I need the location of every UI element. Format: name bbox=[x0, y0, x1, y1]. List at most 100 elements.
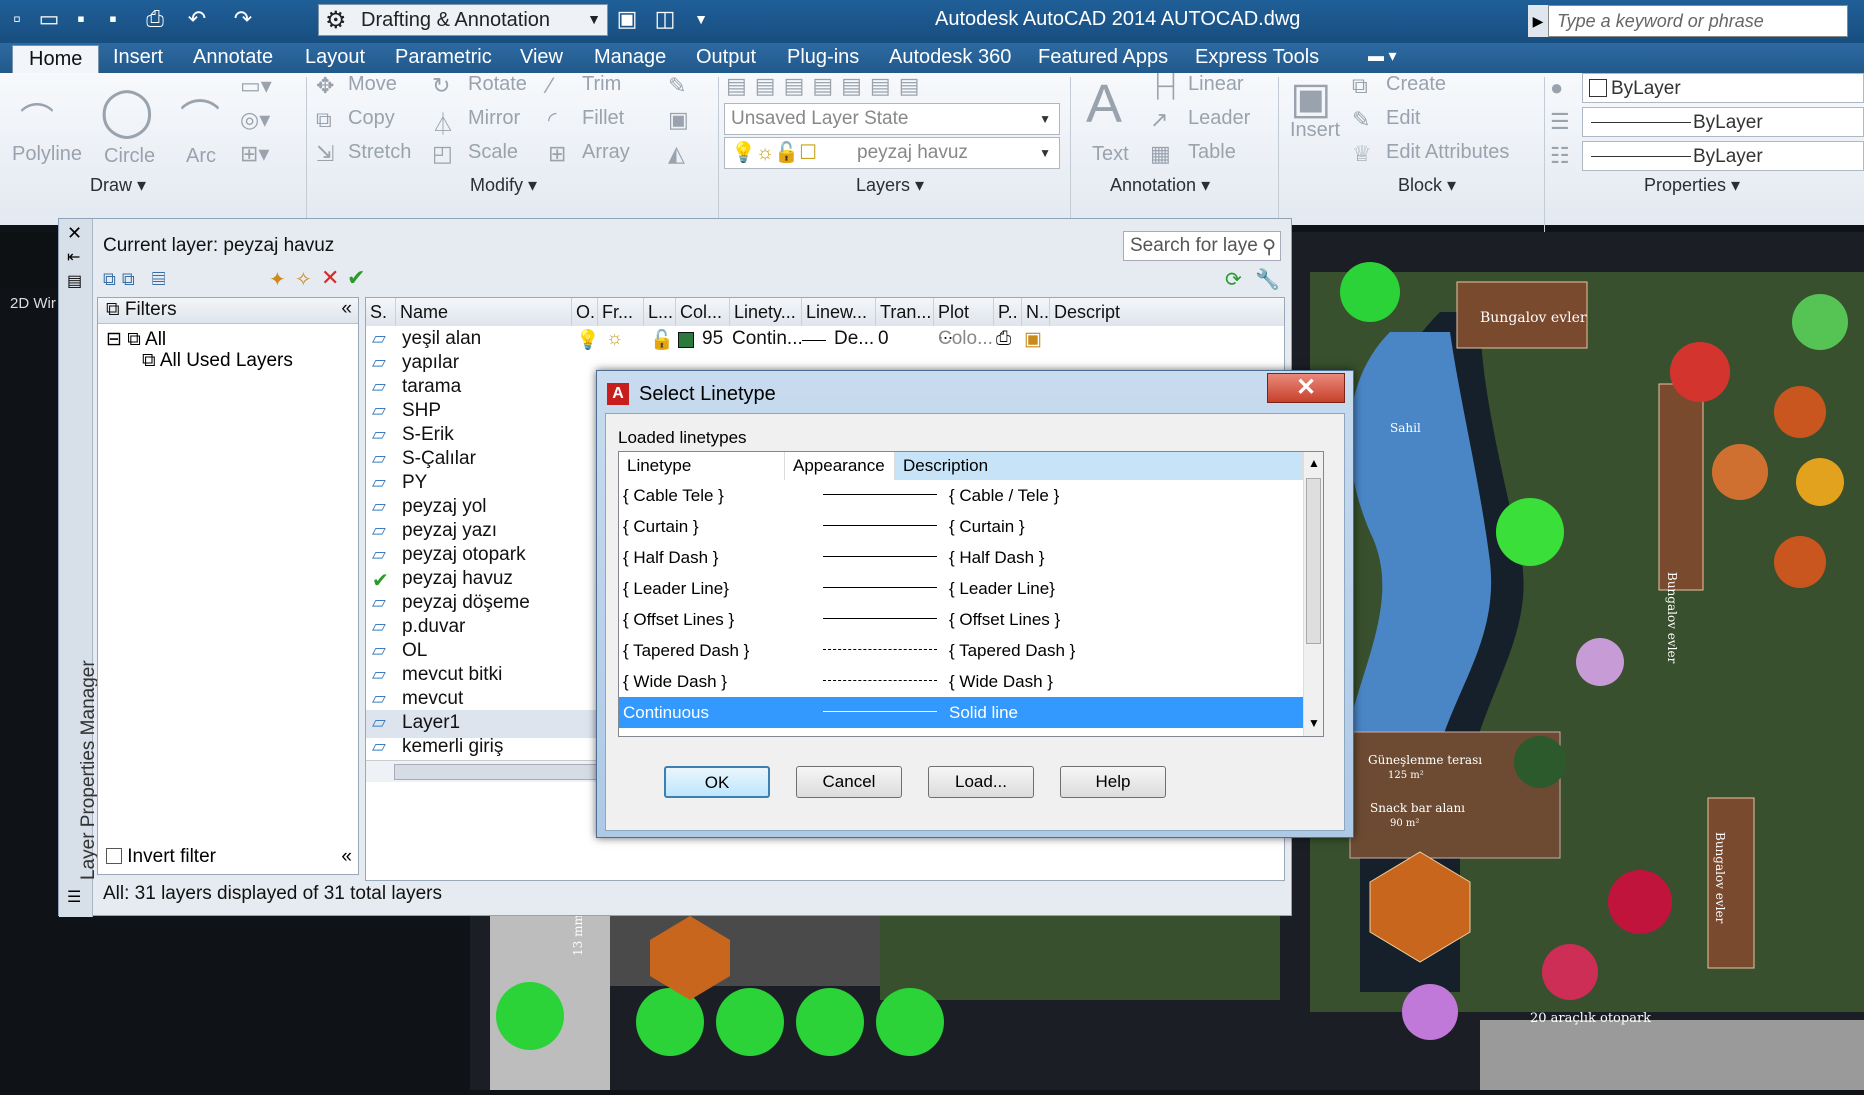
linetype-row[interactable]: { Wide Dash } { Wide Dash } bbox=[619, 666, 1303, 697]
transparency-value[interactable]: 0 bbox=[878, 328, 889, 350]
unlock-icon[interactable]: 🔓 bbox=[650, 328, 674, 352]
help-button[interactable]: Help bbox=[1060, 766, 1166, 798]
save-as-icon[interactable]: ▪ bbox=[100, 6, 126, 32]
print-icon[interactable]: ⎙ bbox=[142, 6, 168, 32]
leader-button[interactable]: Leader bbox=[1188, 107, 1250, 130]
refresh-icon[interactable]: ⟳ bbox=[1225, 267, 1242, 292]
circle-button[interactable]: Circle bbox=[104, 145, 155, 168]
scroll-down-icon[interactable]: ▼ bbox=[1308, 716, 1320, 730]
undo-icon[interactable]: ↶ bbox=[184, 6, 210, 32]
tab-parametric[interactable]: Parametric bbox=[395, 46, 492, 69]
layer-tools-icon[interactable]: ▤▤▤▤▤▤▤ bbox=[726, 73, 928, 99]
invert-filter-checkbox[interactable]: Invert filter bbox=[106, 846, 216, 868]
lineweight-select[interactable]: ByLayer bbox=[1582, 141, 1864, 171]
delete-layer-icon[interactable]: ✕ bbox=[321, 265, 339, 291]
column-on[interactable]: O. bbox=[572, 298, 598, 326]
scroll-up-icon[interactable]: ▲ bbox=[1308, 456, 1320, 470]
copy-button[interactable]: Copy bbox=[348, 107, 395, 130]
set-current-icon[interactable]: ✔ bbox=[347, 265, 365, 291]
printer-icon[interactable]: ⎙ bbox=[996, 328, 1011, 350]
fillet-button[interactable]: Fillet bbox=[582, 107, 624, 130]
viewport-label[interactable]: 2D Wir bbox=[10, 295, 56, 312]
tab-express-tools[interactable]: Express Tools bbox=[1195, 46, 1319, 69]
plot-icon[interactable]: ◫ bbox=[652, 6, 678, 32]
save-icon[interactable]: ▪ bbox=[68, 6, 94, 32]
array-button[interactable]: Array bbox=[582, 141, 630, 164]
region-icon[interactable]: ⊞▾ bbox=[240, 141, 269, 167]
lightbulb-icon[interactable]: 💡 bbox=[576, 328, 600, 352]
customize-qat-icon[interactable]: ▼ bbox=[688, 6, 714, 32]
workspace-selector[interactable]: ⚙ Drafting & Annotation ▼ bbox=[318, 4, 608, 36]
create-block-button[interactable]: Create bbox=[1386, 73, 1446, 96]
tab-view[interactable]: View bbox=[520, 46, 563, 69]
vertical-scrollbar[interactable]: ▲ ▼ bbox=[1303, 452, 1323, 736]
properties-icon[interactable]: ▤ bbox=[67, 271, 82, 291]
circle-icon[interactable]: ◯ bbox=[100, 83, 154, 139]
scale-button[interactable]: Scale bbox=[468, 141, 518, 164]
column-linetype[interactable]: Linety... bbox=[730, 298, 802, 326]
column-color[interactable]: Col... bbox=[676, 298, 730, 326]
filter-used-node[interactable]: ⧉ All Used Layers bbox=[142, 350, 293, 372]
redo-icon[interactable]: ↷ bbox=[230, 6, 256, 32]
properties-panel-title[interactable]: Properties ▾ bbox=[1644, 175, 1740, 197]
tab-output[interactable]: Output bbox=[696, 46, 756, 69]
draw-panel-title[interactable]: Draw ▾ bbox=[90, 175, 146, 197]
column-plot[interactable]: P.. bbox=[994, 298, 1022, 326]
cancel-button[interactable]: Cancel bbox=[796, 766, 902, 798]
stretch-button[interactable]: Stretch bbox=[348, 141, 411, 164]
settings-icon[interactable]: 🔧 bbox=[1255, 267, 1280, 292]
new-icon[interactable]: ▫ bbox=[4, 6, 30, 32]
edit-attributes-button[interactable]: Edit Attributes bbox=[1386, 141, 1509, 164]
search-toggle-icon[interactable]: ▶ bbox=[1528, 5, 1548, 37]
layer-search-input[interactable]: Search for laye ⚲ bbox=[1123, 231, 1281, 261]
polyline-button[interactable]: Polyline bbox=[12, 143, 82, 166]
sun-icon[interactable]: ☼ bbox=[606, 328, 623, 350]
hatch-icon[interactable]: ◎▾ bbox=[240, 107, 270, 133]
collapse-icon[interactable]: « bbox=[341, 298, 352, 320]
column-lock[interactable]: L... bbox=[644, 298, 676, 326]
arc-button[interactable]: Arc bbox=[186, 145, 216, 168]
linetype-row-selected[interactable]: Continuous Solid line bbox=[619, 697, 1303, 728]
annotation-panel-title[interactable]: Annotation ▾ bbox=[1110, 175, 1210, 197]
tab-autodesk-360[interactable]: Autodesk 360 bbox=[889, 46, 1011, 69]
layers-panel-title[interactable]: Layers ▾ bbox=[856, 175, 924, 197]
tab-insert[interactable]: Insert bbox=[113, 46, 163, 69]
vp-freeze-icon[interactable]: ▣ bbox=[1024, 328, 1042, 351]
drawing-canvas[interactable]: Bungalov evler Sahil Güneşlenme terası 1… bbox=[1280, 232, 1864, 1090]
close-icon[interactable]: ✕ bbox=[67, 223, 82, 244]
new-layer-icon[interactable]: ✦ bbox=[269, 267, 286, 292]
column-description[interactable]: Description bbox=[895, 452, 1303, 480]
erase-icon[interactable]: ✎ bbox=[668, 73, 686, 99]
explode-icon[interactable]: ▣ bbox=[668, 107, 689, 133]
tab-annotate[interactable]: Annotate bbox=[193, 46, 273, 69]
move-button[interactable]: Move bbox=[348, 73, 397, 96]
linetype-value[interactable]: Contin... bbox=[732, 328, 803, 350]
column-freeze[interactable]: Fr... bbox=[598, 298, 644, 326]
block-panel-title[interactable]: Block ▾ bbox=[1398, 175, 1456, 197]
linetype-row[interactable]: { Offset Lines } { Offset Lines } bbox=[619, 604, 1303, 635]
arc-icon[interactable]: ⌒ bbox=[180, 87, 220, 145]
new-layer-vp-frozen-icon[interactable]: ✧ bbox=[295, 267, 312, 292]
color-swatch[interactable] bbox=[678, 332, 694, 348]
text-button[interactable]: Text bbox=[1092, 143, 1129, 166]
color-select[interactable]: ByLayer bbox=[1582, 73, 1864, 103]
tab-featured-apps[interactable]: Featured Apps bbox=[1038, 46, 1168, 69]
current-layer-select[interactable]: 💡☼🔓☐ peyzaj havuz ▼ bbox=[724, 137, 1060, 169]
layer-state-select[interactable]: Unsaved Layer State ▼ bbox=[724, 103, 1060, 135]
text-icon[interactable]: A bbox=[1086, 73, 1122, 135]
table-button[interactable]: Table bbox=[1188, 141, 1236, 164]
filter-all-node[interactable]: ⊟ ⧉ All bbox=[106, 328, 166, 351]
polyline-icon[interactable]: ⌒ bbox=[20, 93, 54, 142]
column-plot-style[interactable]: Plot ... bbox=[934, 298, 994, 343]
rectangle-icon[interactable]: ▭▾ bbox=[240, 73, 272, 99]
linetype-select[interactable]: ByLayer bbox=[1582, 107, 1864, 137]
linetype-row[interactable]: { Tapered Dash } { Tapered Dash } bbox=[619, 635, 1303, 666]
trim-button[interactable]: Trim bbox=[582, 73, 621, 96]
lineweight-value[interactable]: De... bbox=[834, 328, 874, 350]
column-name[interactable]: Name bbox=[396, 298, 572, 326]
help-search-input[interactable]: Type a keyword or phrase bbox=[1548, 5, 1848, 37]
scrollbar-thumb[interactable] bbox=[1306, 478, 1321, 644]
column-status[interactable]: S. bbox=[366, 298, 396, 326]
linetype-row[interactable]: { Cable Tele } { Cable / Tele } bbox=[619, 480, 1303, 511]
column-description[interactable]: Descript bbox=[1050, 298, 1284, 326]
